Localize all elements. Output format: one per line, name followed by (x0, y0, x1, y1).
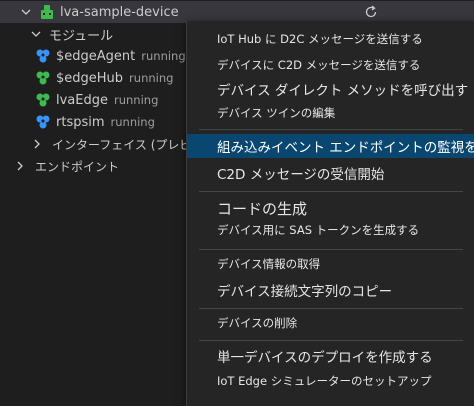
menu-item-invoke-direct-method[interactable]: デバイス ダイレクト メソッドを呼び出す (187, 76, 474, 102)
chevron-right-icon[interactable] (15, 161, 25, 171)
module-icon (35, 48, 51, 64)
module-name: rtspsim (56, 114, 105, 130)
menu-item-generate-sas-token[interactable]: デバイス用に SAS トークンを生成する (187, 218, 474, 242)
menu-separator (199, 191, 463, 192)
module-status: running (114, 93, 159, 107)
module-status: running (141, 49, 186, 63)
menu-item-send-c2d[interactable]: デバイスに C2D メッセージを送信する (187, 52, 474, 78)
context-menu: IoT Hub に D2C メッセージを送信する デバイスに C2D メッセージ… (186, 21, 474, 406)
module-icon (35, 92, 51, 108)
module-status: running (129, 71, 174, 85)
module-status: running (110, 115, 155, 129)
module-icon (35, 70, 51, 86)
menu-separator (199, 340, 463, 341)
menu-separator (199, 249, 463, 250)
module-icon (35, 114, 51, 130)
chevron-down-icon[interactable] (31, 29, 41, 39)
edge-device-icon (39, 4, 55, 20)
menu-item-edit-device-twin[interactable]: デバイス ツインの編集 (187, 100, 474, 126)
menu-item-copy-connection-string[interactable]: デバイス接続文字列のコピー (187, 277, 474, 303)
menu-separator (199, 308, 463, 309)
module-name: $edgeAgent (56, 48, 136, 64)
module-name: $edgeHub (56, 70, 124, 86)
chevron-down-icon[interactable] (21, 7, 31, 17)
menu-separator (199, 129, 463, 130)
refresh-icon[interactable] (363, 4, 379, 20)
menu-item-monitor-builtin-endpoint[interactable]: 組み込みイベント エンドポイントの監視を開 (187, 134, 474, 158)
tree-item-device[interactable]: lva-sample-device (0, 1, 474, 23)
menu-item-delete-device[interactable]: デバイスの削除 (187, 311, 474, 335)
endpoints-label: エンドポイント (35, 159, 120, 174)
modules-label: モジュール (49, 28, 114, 44)
menu-item-setup-edge-simulator[interactable]: IoT Edge シミュレーターのセットアップ (187, 368, 474, 394)
chevron-right-icon[interactable] (32, 139, 42, 149)
menu-item-create-single-deployment[interactable]: 単一デバイスのデプロイを作成する (187, 343, 474, 369)
device-label: lva-sample-device (60, 4, 179, 20)
module-name: lvaEdge (56, 92, 108, 108)
menu-item-start-c2d-receive[interactable]: C2D メッセージの受信開始 (187, 160, 474, 186)
menu-item-send-d2c[interactable]: IoT Hub に D2C メッセージを送信する (187, 26, 474, 52)
menu-item-get-device-info[interactable]: デバイス情報の取得 (187, 251, 474, 277)
